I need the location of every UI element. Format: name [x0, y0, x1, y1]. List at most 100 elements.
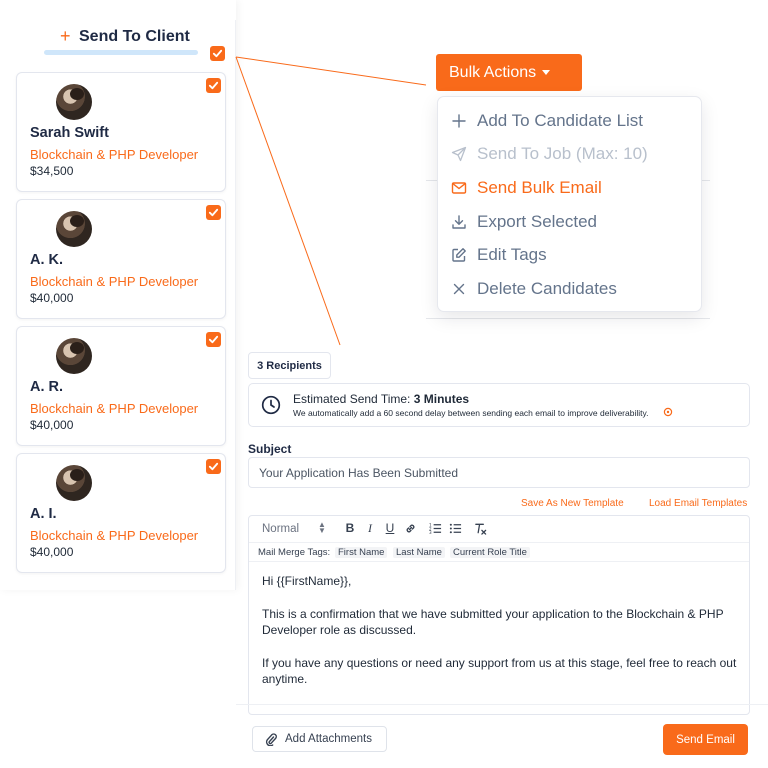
menu-item-export-selected[interactable]: Export Selected	[438, 207, 701, 237]
underline-button[interactable]: U	[383, 521, 397, 535]
select-all-checkbox[interactable]	[210, 46, 225, 61]
checkmark-icon	[208, 335, 219, 344]
bullet-list-button[interactable]	[448, 521, 462, 535]
email-editor[interactable]: Normal ▲ ▼ B I U 123 Mail Merge Tags: Fir…	[248, 515, 750, 715]
merge-tag-current-role-title[interactable]: Current Role Title	[450, 547, 530, 558]
estimated-send-time-box: Estimated Send Time: 3 Minutes We automa…	[248, 383, 750, 427]
mail-merge-label: Mail Merge Tags:	[258, 547, 331, 558]
candidate-checkbox[interactable]	[206, 332, 221, 347]
add-attachments-label: Add Attachments	[285, 733, 372, 745]
plus-icon: +	[60, 26, 71, 46]
subject-input[interactable]	[248, 457, 750, 488]
bulk-actions-menu: Add To Candidate List Send To Job (Max: …	[437, 96, 702, 312]
bulk-actions-button[interactable]: Bulk Actions	[436, 54, 582, 91]
subject-label: Subject	[248, 442, 292, 456]
estimate-note: We automatically add a 60 second delay b…	[293, 408, 649, 418]
avatar	[56, 465, 92, 501]
estimate-value: 3 Minutes	[413, 392, 470, 406]
link-icon	[406, 524, 414, 532]
send-email-button[interactable]: Send Email	[663, 724, 748, 755]
candidate-card[interactable]: A. R. Blockchain & PHP Developer $40,000	[16, 326, 226, 446]
gear-icon[interactable]	[663, 407, 673, 417]
candidate-role: Blockchain & PHP Developer	[30, 528, 199, 543]
menu-item-add-to-candidate-list[interactable]: Add To Candidate List	[438, 106, 701, 136]
candidate-salary: $40,000	[30, 418, 74, 432]
send-to-client-underline	[44, 50, 198, 55]
candidate-role: Blockchain & PHP Developer	[30, 147, 199, 162]
body-paragraph: This is a confirmation that we have subm…	[262, 606, 724, 638]
mail-icon	[450, 179, 468, 197]
candidate-name: A. R.	[30, 379, 64, 395]
avatar	[56, 84, 92, 120]
merge-tag-last-name[interactable]: Last Name	[393, 547, 445, 558]
save-as-new-template-link[interactable]: Save As New Template	[521, 498, 624, 509]
edit-icon	[450, 246, 468, 264]
format-select[interactable]: Normal	[262, 523, 299, 535]
candidate-role: Blockchain & PHP Developer	[30, 401, 199, 416]
paperclip-icon	[266, 733, 277, 746]
clear-format-icon	[474, 523, 486, 535]
svg-text:3: 3	[429, 530, 432, 535]
avatar	[56, 211, 92, 247]
checkmark-icon	[208, 462, 219, 471]
send-icon	[450, 145, 468, 163]
recipients-badge: 3 Recipients	[248, 352, 331, 379]
bullet-list-icon	[449, 523, 461, 533]
link-button[interactable]	[403, 521, 417, 535]
add-attachments-button[interactable]: Add Attachments	[252, 726, 387, 752]
load-email-templates-link[interactable]: Load Email Templates	[649, 498, 747, 509]
menu-item-label: Export Selected	[477, 212, 598, 231]
send-to-client-button[interactable]: + Send To Client	[44, 24, 198, 58]
menu-item-label: Send To Job (Max: 10)	[477, 144, 648, 163]
menu-item-send-bulk-email[interactable]: Send Bulk Email	[438, 173, 701, 203]
candidate-card[interactable]: A. K. Blockchain & PHP Developer $40,000	[16, 199, 226, 319]
download-icon	[450, 213, 468, 231]
candidate-name: A. I.	[30, 506, 57, 522]
clock-icon	[261, 395, 281, 415]
candidate-card[interactable]: A. I. Blockchain & PHP Developer $40,000	[16, 453, 226, 573]
select-arrows-icon: ▲ ▼	[318, 520, 326, 535]
candidate-salary: $40,000	[30, 545, 74, 559]
candidate-name: Sarah Swift	[30, 125, 109, 141]
editor-toolbar: Normal ▲ ▼ B I U 123	[249, 516, 749, 542]
bulk-actions-label: Bulk Actions	[449, 63, 537, 81]
candidate-role: Blockchain & PHP Developer	[30, 274, 199, 289]
merge-tag-first-name[interactable]: First Name	[335, 547, 388, 558]
menu-item-send-to-job[interactable]: Send To Job (Max: 10)	[438, 139, 701, 169]
candidate-checkbox[interactable]	[206, 459, 221, 474]
menu-item-label: Send Bulk Email	[477, 178, 602, 197]
send-to-client-label: Send To Client	[79, 28, 190, 45]
clear-format-button[interactable]	[473, 521, 487, 535]
email-body[interactable]: Hi {{FirstName}}, This is a confirmation…	[262, 573, 737, 704]
plus-icon	[450, 112, 468, 130]
candidate-salary: $34,500	[30, 164, 74, 178]
menu-item-label: Add To Candidate List	[477, 111, 644, 130]
estimate-label: Estimated Send Time:	[293, 392, 411, 406]
avatar	[56, 338, 92, 374]
candidate-checkbox[interactable]	[206, 205, 221, 220]
candidate-salary: $40,000	[30, 291, 74, 305]
candidate-name: A. K.	[30, 252, 64, 268]
sidebar-divider	[235, 20, 236, 590]
body-paragraph: If you have any questions or need any su…	[262, 655, 737, 687]
close-icon	[450, 280, 468, 298]
menu-item-label: Delete Candidates	[477, 279, 617, 298]
candidate-card[interactable]: Sarah Swift Blockchain & PHP Developer $…	[16, 72, 226, 192]
ordered-list-button[interactable]: 123	[428, 521, 442, 535]
italic-button[interactable]: I	[363, 521, 377, 535]
menu-item-delete-candidates[interactable]: Delete Candidates	[438, 274, 701, 304]
estimate-line: Estimated Send Time: 3 Minutes	[293, 392, 469, 406]
background-divider	[426, 318, 710, 319]
caret-down-icon	[542, 70, 551, 75]
bold-button[interactable]: B	[343, 521, 357, 535]
body-paragraph: Hi {{FirstName}},	[262, 574, 352, 588]
ordered-list-icon: 123	[429, 522, 441, 535]
footer-divider	[236, 704, 768, 705]
menu-item-label: Edit Tags	[477, 245, 547, 264]
mail-merge-tags-bar: Mail Merge Tags: First Name Last Name Cu…	[249, 542, 749, 562]
candidate-checkbox[interactable]	[206, 78, 221, 93]
checkmark-icon	[208, 208, 219, 217]
checkmark-icon	[208, 81, 219, 90]
menu-item-edit-tags[interactable]: Edit Tags	[438, 240, 701, 270]
checkmark-icon	[212, 49, 223, 58]
